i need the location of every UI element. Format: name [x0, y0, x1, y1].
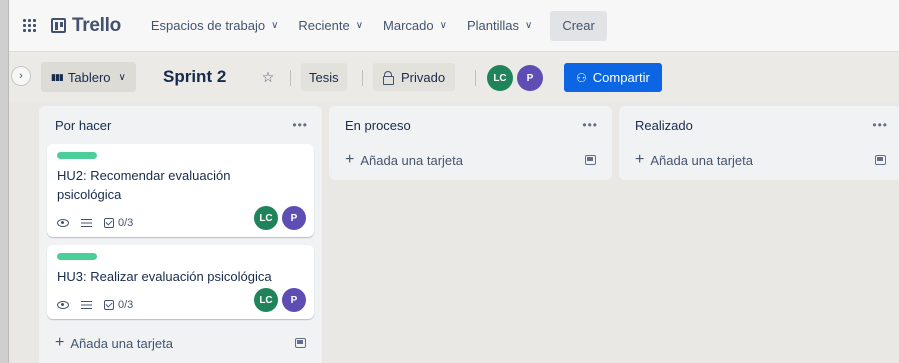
plus-icon: + — [635, 151, 645, 168]
checklist-badge: 0/3 — [104, 299, 133, 311]
nav-recent[interactable]: Reciente ∨ — [288, 10, 373, 42]
board-header: › ▮▮▮ Tablero ∨ Sprint 2 ☆ Tesis Privado… — [9, 52, 899, 102]
board-view-label: Tablero — [67, 69, 111, 85]
divider — [362, 70, 363, 86]
avatar[interactable]: P — [282, 206, 306, 230]
add-person-icon: ⚇ — [576, 70, 587, 85]
avatar[interactable]: LC — [254, 206, 278, 230]
card[interactable]: HU2: Recomendar evaluación psicológica 0… — [47, 144, 314, 237]
share-label: Compartir — [592, 70, 650, 85]
description-icon — [81, 218, 92, 228]
list-title[interactable]: Realizado — [635, 118, 693, 133]
window-frame-edge — [0, 0, 9, 363]
star-icon[interactable]: ☆ — [254, 63, 282, 91]
avatar[interactable]: LC — [254, 288, 278, 312]
more-icon[interactable]: ••• — [582, 118, 598, 132]
chevron-down-icon: ∨ — [524, 20, 533, 31]
board-canvas: Por hacer ••• HU2: Recomendar evaluación… — [9, 102, 899, 363]
share-button[interactable]: ⚇ Compartir — [564, 63, 662, 92]
list-header[interactable]: En proceso ••• — [329, 106, 612, 144]
more-icon[interactable]: ••• — [292, 118, 308, 132]
card-title: HU3: Realizar evaluación psicológica — [57, 269, 272, 284]
card-members: LC P — [250, 288, 306, 312]
app-name: Trello — [72, 14, 121, 36]
card-members: LC P — [250, 206, 306, 230]
card-label[interactable] — [57, 253, 97, 260]
board-view-icon: ▮▮▮ — [51, 71, 64, 82]
trello-logo-icon — [51, 18, 66, 33]
chevron-down-icon: ∨ — [355, 20, 364, 31]
nav-templates[interactable]: Plantillas ∨ — [457, 10, 542, 42]
top-navigation: Trello Espacios de trabajo ∨ Reciente ∨ … — [9, 0, 899, 52]
nav-templates-label: Plantillas — [466, 18, 519, 33]
list-header[interactable]: Realizado ••• — [619, 106, 899, 144]
board-title[interactable]: Sprint 2 — [163, 67, 226, 87]
list-title[interactable]: En proceso — [345, 118, 411, 133]
divider — [290, 70, 291, 86]
checklist-badge: 0/3 — [104, 217, 133, 229]
visibility-button[interactable]: Privado — [373, 63, 456, 91]
card-label[interactable] — [57, 152, 97, 159]
template-icon[interactable] — [875, 155, 886, 165]
nav-workspaces[interactable]: Espacios de trabajo ∨ — [141, 10, 289, 42]
sidebar-expand-icon[interactable]: › — [11, 66, 31, 86]
watch-eye-icon — [57, 219, 69, 227]
list-por-hacer: Por hacer ••• HU2: Recomendar evaluación… — [39, 106, 322, 363]
create-button[interactable]: Crear — [550, 10, 607, 41]
add-card-button[interactable]: + Añada una tarjeta — [619, 144, 899, 176]
divider — [475, 70, 476, 86]
template-icon[interactable] — [585, 155, 596, 165]
avatar[interactable]: LC — [487, 65, 513, 91]
list-en-proceso: En proceso ••• + Añada una tarjeta — [329, 106, 612, 180]
apps-grid-icon[interactable] — [23, 18, 37, 33]
visibility-label: Privado — [401, 69, 446, 85]
list-title[interactable]: Por hacer — [55, 118, 111, 133]
chevron-down-icon: ∨ — [271, 20, 279, 31]
trello-logo[interactable]: Trello — [51, 15, 121, 37]
lock-icon — [383, 71, 394, 85]
add-card-button[interactable]: + Añada una tarjeta — [329, 144, 612, 176]
nav-starred[interactable]: Marcado ∨ — [373, 10, 457, 42]
add-card-label: Añada una tarjeta — [650, 152, 753, 168]
template-icon[interactable] — [295, 338, 306, 348]
list-realizado: Realizado ••• + Añada una tarjeta — [619, 106, 899, 180]
plus-icon: + — [345, 151, 355, 168]
chevron-down-icon: ∨ — [439, 20, 447, 31]
checklist-count: 0/3 — [118, 299, 134, 311]
plus-icon: + — [55, 334, 65, 351]
card-title: HU2: Recomendar evaluación psicológica — [57, 168, 231, 202]
checklist-icon — [104, 218, 114, 228]
checklist-icon — [104, 300, 114, 310]
board-view-switcher[interactable]: ▮▮▮ Tablero ∨ — [41, 62, 136, 92]
add-card-button[interactable]: + Añada una tarjeta — [39, 327, 322, 359]
add-card-label: Añada una tarjeta — [360, 152, 463, 168]
list-header[interactable]: Por hacer ••• — [39, 106, 322, 144]
nav-starred-label: Marcado — [383, 18, 434, 33]
more-icon[interactable]: ••• — [872, 118, 888, 132]
nav-workspaces-label: Espacios de trabajo — [150, 18, 266, 33]
watch-eye-icon — [57, 301, 69, 309]
avatar[interactable]: P — [517, 65, 543, 91]
workspace-button[interactable]: Tesis — [301, 63, 347, 91]
add-card-label: Añada una tarjeta — [70, 335, 173, 351]
checklist-count: 0/3 — [118, 217, 134, 229]
avatar[interactable]: P — [282, 288, 306, 312]
nav-recent-label: Reciente — [298, 18, 350, 33]
card[interactable]: HU3: Realizar evaluación psicológica 0/3… — [47, 245, 314, 319]
chevron-down-icon: ∨ — [118, 71, 126, 83]
description-icon — [81, 300, 92, 310]
